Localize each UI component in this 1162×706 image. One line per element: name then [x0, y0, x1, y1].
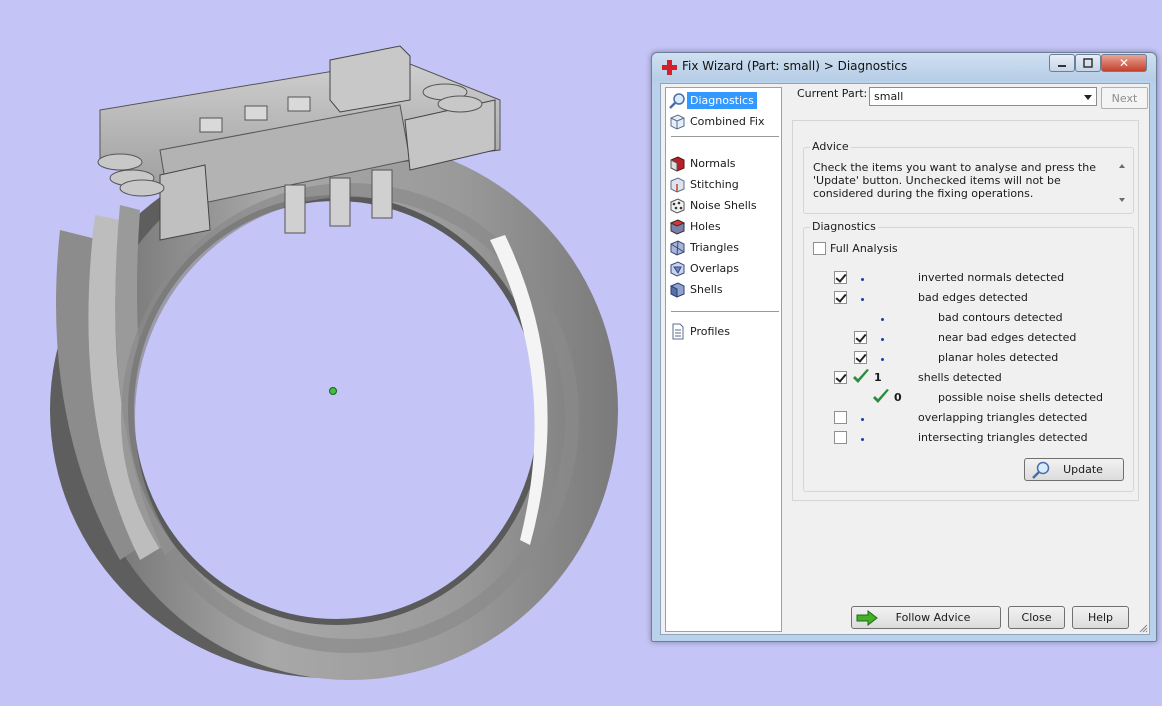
advice-group: Advice Check the items you want to analy…: [803, 140, 1134, 214]
follow-advice-button[interactable]: Follow Advice: [851, 606, 1001, 629]
bad-edges-checkbox[interactable]: [834, 291, 847, 304]
sidebar-item-profiles[interactable]: Profiles: [669, 322, 779, 341]
sidebar-item-label: Noise Shells: [690, 199, 757, 212]
status-dot: [861, 278, 864, 281]
diagnostics-panel: Advice Check the items you want to analy…: [792, 120, 1139, 501]
arrow-right-icon: [856, 610, 878, 626]
shells-count: 1: [874, 371, 882, 384]
dialog-client-area: Diagnostics Combined Fix Normals Stitchi…: [660, 83, 1150, 635]
help-button[interactable]: Help: [1072, 606, 1129, 629]
inverted-normals-label: inverted normals detected: [918, 271, 1065, 284]
ring-model[interactable]: [0, 0, 650, 706]
diagnostics-group: Diagnostics Full Analysis inverted norma…: [803, 220, 1134, 492]
near-bad-edges-checkbox[interactable]: [854, 331, 867, 344]
current-part-select[interactable]: small: [869, 87, 1097, 106]
sidebar-divider: [671, 311, 779, 312]
sidebar-item-shells[interactable]: Shells: [669, 280, 779, 299]
minimize-button[interactable]: [1049, 54, 1075, 72]
chevron-down-icon: [1084, 95, 1092, 100]
sidebar-item-label: Diagnostics: [687, 92, 757, 109]
advice-scrollbar[interactable]: [1116, 160, 1129, 206]
update-button[interactable]: Update: [1024, 458, 1124, 481]
close-window-button[interactable]: ✕: [1101, 54, 1147, 72]
sidebar-item-label: Normals: [690, 157, 736, 170]
sidebar-item-holes[interactable]: Holes: [669, 217, 779, 236]
planar-holes-label: planar holes detected: [938, 351, 1059, 364]
follow-advice-label: Follow Advice: [895, 611, 971, 624]
maximize-icon: [1083, 58, 1093, 68]
status-dot: [881, 318, 884, 321]
minimize-icon: [1058, 65, 1066, 67]
overlapping-triangles-checkbox[interactable]: [834, 411, 847, 424]
overlapping-triangles-label: overlapping triangles detected: [918, 411, 1088, 424]
sidebar-item-label: Stitching: [690, 178, 739, 191]
sidebar-item-overlaps[interactable]: Overlaps: [669, 259, 779, 278]
close-icon: ✕: [1118, 56, 1130, 70]
planar-holes-checkbox[interactable]: [854, 351, 867, 364]
noise-shells-icon: [670, 198, 685, 214]
magnifier-icon: [669, 93, 685, 109]
intersecting-triangles-label: intersecting triangles detected: [918, 431, 1088, 444]
update-label: Update: [1063, 463, 1103, 476]
noise-shells-count: 0: [894, 391, 902, 404]
scroll-down-icon[interactable]: [1119, 198, 1125, 202]
sidebar-item-label: Overlaps: [690, 262, 739, 275]
stitching-cube-icon: [670, 177, 685, 193]
title-bar[interactable]: Fix Wizard (Part: small) > Diagnostics ✕: [652, 53, 1156, 81]
sidebar-item-normals[interactable]: Normals: [669, 154, 779, 173]
wizard-sidebar: Diagnostics Combined Fix Normals Stitchi…: [665, 87, 782, 632]
near-bad-edges-label: near bad edges detected: [938, 331, 1077, 344]
status-dot: [861, 418, 864, 421]
sidebar-item-label: Triangles: [690, 241, 739, 254]
sidebar-item-label: Shells: [690, 283, 723, 296]
maximize-button[interactable]: [1075, 54, 1101, 72]
sidebar-item-stitching[interactable]: Stitching: [669, 175, 779, 194]
sidebar-item-triangles[interactable]: Triangles: [669, 238, 779, 257]
shells-label: shells detected: [918, 371, 1002, 384]
resize-grip-icon[interactable]: [1138, 623, 1148, 633]
status-dot: [861, 438, 864, 441]
bad-contours-label: bad contours detected: [938, 311, 1063, 324]
3d-viewport[interactable]: [0, 0, 650, 706]
current-part-value: small: [874, 90, 904, 103]
overlaps-icon: [670, 261, 685, 277]
inverted-normals-checkbox[interactable]: [834, 271, 847, 284]
shells-checkbox[interactable]: [834, 371, 847, 384]
sidebar-item-label: Combined Fix: [690, 115, 765, 128]
triangles-icon: [670, 240, 685, 256]
sidebar-item-noise-shells[interactable]: Noise Shells: [669, 196, 779, 215]
diagnostics-title: Diagnostics: [810, 220, 878, 233]
magnifier-icon: [1032, 461, 1050, 479]
cube-outline-icon: [670, 114, 685, 130]
status-dot: [881, 338, 884, 341]
normals-cube-icon: [670, 156, 685, 172]
status-dot: [861, 298, 864, 301]
full-analysis-label: Full Analysis: [830, 242, 898, 255]
noise-shells-label: possible noise shells detected: [938, 391, 1104, 404]
current-part-label: Current Part:: [797, 87, 868, 100]
advice-title: Advice: [810, 140, 851, 153]
full-analysis-checkbox[interactable]: [813, 242, 826, 255]
window-title: Fix Wizard (Part: small) > Diagnostics: [682, 59, 908, 73]
intersecting-triangles-checkbox[interactable]: [834, 431, 847, 444]
shells-icon: [670, 282, 685, 298]
status-dot: [881, 358, 884, 361]
sidebar-item-label: Profiles: [690, 325, 730, 338]
holes-cube-icon: [669, 219, 686, 235]
close-button[interactable]: Close: [1008, 606, 1065, 629]
next-button[interactable]: Next: [1101, 87, 1148, 109]
sidebar-item-diagnostics[interactable]: Diagnostics: [669, 91, 779, 110]
scroll-up-icon[interactable]: [1119, 164, 1125, 168]
sidebar-item-label: Holes: [690, 220, 721, 233]
bad-edges-label: bad edges detected: [918, 291, 1028, 304]
medical-cross-icon: [662, 60, 677, 75]
document-icon: [672, 323, 684, 340]
advice-text: Check the items you want to analyse and …: [813, 161, 1096, 200]
fix-wizard-dialog: Fix Wizard (Part: small) > Diagnostics ✕…: [651, 52, 1157, 642]
sidebar-item-combined-fix[interactable]: Combined Fix: [669, 112, 779, 131]
check-mark-icon: [853, 369, 869, 383]
sidebar-divider: [671, 136, 779, 137]
check-mark-icon: [873, 389, 889, 403]
